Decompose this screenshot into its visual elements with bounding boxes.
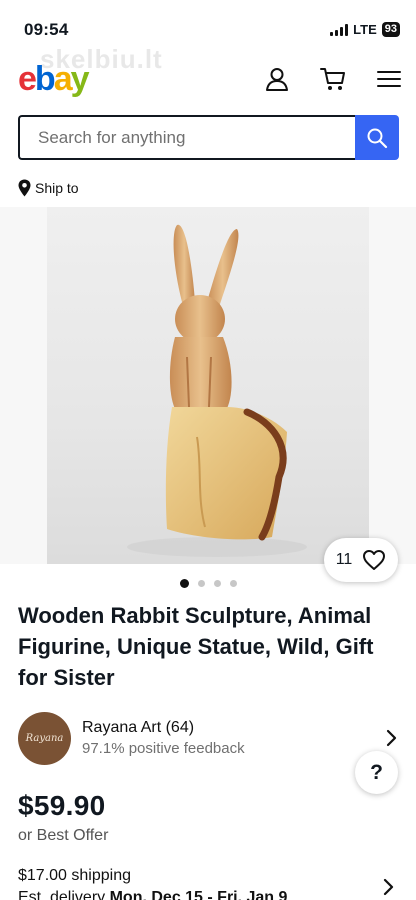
heart-icon: [363, 550, 386, 570]
best-offer-label: or Best Offer: [18, 827, 109, 844]
menu-icon[interactable]: [376, 66, 402, 92]
carousel-indicator: [0, 579, 416, 588]
shipping-chevron-right-icon[interactable]: [382, 878, 394, 896]
price: $59.90: [18, 790, 106, 821]
delivery-prefix: Est. delivery: [18, 889, 106, 900]
cart-icon[interactable]: [320, 66, 346, 92]
status-time: 09:54: [24, 20, 69, 39]
carousel-dot[interactable]: [179, 579, 189, 588]
carousel-dot[interactable]: [197, 580, 205, 587]
seller-avatar: Rayana: [18, 711, 71, 765]
search-icon: [367, 128, 388, 148]
carousel-dot[interactable]: [229, 580, 237, 587]
search-button[interactable]: [355, 115, 399, 160]
seller-info: Rayana Art (64) 97.1% positive feedback: [82, 719, 245, 757]
location-pin-icon: [18, 179, 31, 197]
ship-to[interactable]: Ship to: [18, 179, 79, 197]
ebay-logo[interactable]: ebay: [18, 60, 90, 98]
delivery-estimate: Est. delivery Mon, Dec 15 - Fri, Jan 9: [18, 889, 287, 900]
chevron-right-icon: [386, 729, 397, 747]
ship-to-label: Ship to: [35, 180, 79, 196]
image-gallery[interactable]: [0, 207, 416, 564]
listing-title: Wooden Rabbit Sculpture, Animal Figurine…: [18, 603, 374, 690]
shipping-cost: $17.00 shipping: [18, 867, 131, 884]
network-label: LTE: [353, 22, 377, 37]
status-indicators: LTE 93: [330, 22, 400, 37]
watch-count: 11: [335, 551, 353, 568]
search-bar: [18, 115, 399, 160]
seller-name: Rayana Art (64): [82, 719, 195, 736]
search-input[interactable]: [18, 115, 355, 160]
help-button[interactable]: ?: [355, 751, 398, 794]
watchlist-button[interactable]: 11: [324, 538, 398, 582]
product-image[interactable]: [47, 207, 369, 564]
delivery-dates: Mon, Dec 15 - Fri, Jan 9: [109, 889, 288, 900]
seller-feedback: 97.1% positive feedback: [82, 740, 245, 757]
signal-icon: [330, 23, 349, 36]
battery-icon: 93: [381, 22, 400, 37]
carousel-dot[interactable]: [213, 580, 221, 587]
account-icon[interactable]: [264, 66, 290, 92]
seller-card[interactable]: Rayana Rayana Art (64) 97.1% positive fe…: [18, 711, 399, 765]
